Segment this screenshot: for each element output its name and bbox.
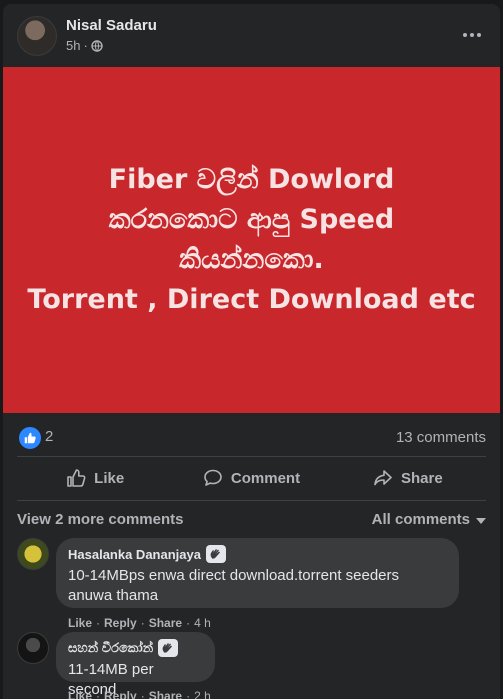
comment-item: සහන් වීරකෝන් 11-14MB per second Like · R… (17, 632, 486, 699)
post-stats: 2 13 comments (17, 424, 486, 451)
author-avatar[interactable] (17, 16, 57, 56)
post-banner[interactable]: Fiber වලින් Dowlord කරනකොට ආපු Speed කිය… (3, 67, 500, 413)
post-time[interactable]: 5h (66, 38, 80, 53)
more-dot (477, 33, 481, 37)
commenter-name[interactable]: Hasalanka Dananjaya (68, 547, 201, 562)
thumbs-up-icon (67, 469, 86, 487)
comment-name-row: සහන් වීරකෝන් (68, 639, 203, 657)
comment-button[interactable]: Comment (173, 457, 329, 499)
post-actions: Like Comment Share (17, 457, 486, 499)
more-options-button[interactable] (460, 24, 484, 46)
commenter-avatar[interactable] (17, 632, 49, 664)
comment-actions: Like · Reply · Share · 2 h (68, 689, 211, 699)
comment-actions: Like · Reply · Share · 4 h (68, 616, 211, 630)
globe-icon[interactable] (91, 39, 103, 52)
comment-filter-dropdown[interactable]: All comments (372, 511, 486, 528)
banner-line: Fiber වලින් Dowlord (108, 164, 395, 195)
comment-bubble: Hasalanka Dananjaya 10-14MBps enwa direc… (56, 538, 459, 608)
share-label: Share (400, 469, 443, 487)
like-label: Like (94, 469, 125, 487)
share-arrow-icon (374, 470, 392, 486)
reaction-count[interactable]: 2 (45, 428, 53, 445)
comment-reply-link[interactable]: Reply (104, 689, 137, 699)
comment-item: Hasalanka Dananjaya 10-14MBps enwa direc… (17, 538, 486, 630)
comment-like-link[interactable]: Like (68, 616, 92, 630)
share-button[interactable]: Share (330, 457, 486, 499)
divider (17, 500, 486, 501)
like-reaction-badge[interactable] (17, 425, 43, 451)
comment-like-link[interactable]: Like (68, 689, 92, 699)
post-meta: 5h · (66, 38, 103, 53)
waving-hand-icon (158, 639, 179, 657)
comment-reply-link[interactable]: Reply (104, 616, 137, 630)
dot-separator: · (140, 616, 145, 630)
comment-time[interactable]: 4 h (194, 616, 211, 630)
banner-line: කරනකොට ආපු Speed (108, 204, 395, 235)
author-name[interactable]: Nisal Sadaru (66, 17, 157, 34)
banner-text: Fiber වලින් Dowlord කරනකොට ආපු Speed කිය… (27, 160, 475, 320)
meta-separator: · (83, 38, 88, 53)
post-card: Nisal Sadaru 5h · Fiber වලින් Dowlord කර… (3, 4, 500, 699)
waving-hand-icon (205, 545, 226, 563)
comment-time[interactable]: 2 h (194, 689, 211, 699)
more-dot (470, 33, 474, 37)
commenter-name[interactable]: සහන් වීරකෝන් (68, 640, 153, 656)
comment-text: 10-14MBps enwa direct download.torrent s… (68, 567, 400, 604)
banner-line: කියන්නකො. (179, 244, 324, 275)
dot-separator: · (140, 689, 145, 699)
comment-bubble: සහන් වීරකෝන් 11-14MB per second (56, 632, 215, 698)
comment-name-row: Hasalanka Dananjaya (68, 545, 447, 563)
comment-share-link[interactable]: Share (149, 616, 182, 630)
comment-label: Comment (230, 469, 301, 487)
dot-separator: · (96, 616, 101, 630)
dot-separator: · (186, 616, 191, 630)
like-button[interactable]: Like (17, 457, 173, 499)
caret-down-icon (476, 517, 486, 524)
dot-separator: · (186, 689, 191, 699)
comment-count[interactable]: 13 comments (396, 429, 486, 446)
thumbs-up-icon (24, 432, 36, 444)
post-header: Nisal Sadaru 5h · (3, 4, 500, 67)
more-horizontal-icon (463, 33, 467, 37)
banner-line: Torrent , Direct Download etc (27, 284, 476, 315)
comment-share-link[interactable]: Share (149, 689, 182, 699)
view-more-comments-link[interactable]: View 2 more comments (17, 511, 183, 528)
comment-filter-label: All comments (371, 511, 470, 528)
comments-bar: View 2 more comments All comments (17, 509, 486, 529)
commenter-avatar[interactable] (17, 538, 49, 570)
dot-separator: · (96, 689, 101, 699)
speech-bubble-icon (204, 469, 222, 486)
